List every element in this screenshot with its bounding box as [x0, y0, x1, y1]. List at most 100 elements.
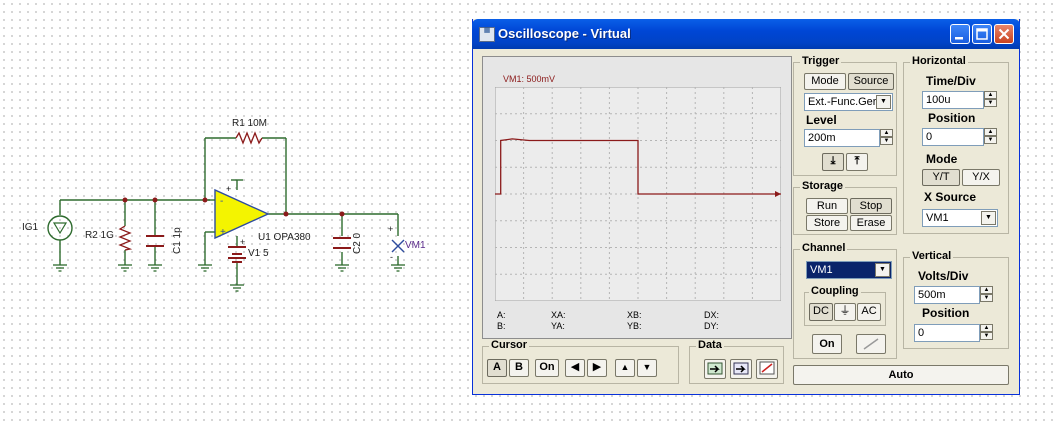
export-data-icon	[733, 362, 749, 375]
storage-group-title: Storage	[800, 180, 845, 192]
readout-dx: DX:	[704, 310, 720, 320]
erase-button[interactable]: Erase	[850, 215, 892, 231]
spin-down-icon[interactable]: ▼	[980, 332, 993, 340]
svg-text:-: -	[220, 196, 223, 207]
x-source-value: VM1	[926, 212, 949, 224]
spin-up-icon[interactable]: ▲	[980, 324, 993, 332]
arrow-right-icon: ▶	[592, 361, 602, 373]
chevron-down-icon[interactable]: ▼	[876, 95, 891, 109]
trigger-group-title: Trigger	[800, 55, 842, 67]
trigger-group: Trigger Mode Source Ext.-Func.Ger ▼ Leve…	[793, 55, 897, 176]
yt-mode-button[interactable]: Y/T	[922, 169, 960, 186]
u1-label: U1 OPA380	[258, 232, 311, 243]
c2-label: C2 0	[352, 232, 363, 254]
h-position-input[interactable]: 0	[922, 128, 984, 146]
volts-div-spinner[interactable]: ▲ ▼	[980, 286, 993, 304]
spin-up-icon[interactable]: ▲	[984, 128, 997, 136]
readout-ya: YA:	[551, 321, 565, 331]
h-mode-label: Mode	[926, 152, 958, 166]
falling-edge-button[interactable]: ⤓	[822, 153, 844, 171]
import-data-icon	[707, 362, 723, 375]
title-bar[interactable]: ▦ Oscilloscope - Virtual	[472, 19, 1020, 49]
spin-down-icon[interactable]: ▼	[984, 99, 997, 107]
coupling-group: Coupling DC ⏚ AC	[804, 285, 886, 326]
channel-select[interactable]: VM1 ▼	[806, 261, 892, 279]
time-div-spinner[interactable]: ▲ ▼	[984, 91, 997, 109]
trigger-level-label: Level	[806, 113, 837, 127]
import-data-button[interactable]	[704, 359, 726, 379]
diagram-data-button[interactable]	[756, 359, 778, 379]
stop-button[interactable]: Stop	[850, 198, 892, 214]
cursor-group: Cursor A B On ◀ ▶ ▲ ▼	[482, 339, 679, 384]
minimize-button[interactable]	[950, 24, 970, 44]
h-position-spinner[interactable]: ▲ ▼	[984, 128, 997, 146]
rising-edge-icon: ⤒	[854, 155, 860, 167]
rising-edge-button[interactable]: ⤒	[846, 153, 868, 171]
trigger-source-select[interactable]: Ext.-Func.Ger ▼	[804, 93, 893, 111]
trigger-mode-button[interactable]: Mode	[804, 73, 846, 90]
channel-scale-label: VM1: 500mV	[503, 74, 556, 84]
channel-group-title: Channel	[800, 242, 848, 254]
close-icon	[998, 28, 1010, 40]
scope-display[interactable]: VM1: 500mV A: B: XA: YA: XB: YB: DX: DY:	[482, 56, 792, 339]
spin-up-icon[interactable]: ▲	[984, 91, 997, 99]
cursor-down-button[interactable]: ▼	[637, 359, 657, 377]
cursor-a-button[interactable]: A	[487, 359, 507, 377]
volts-div-input[interactable]: 500m	[914, 286, 980, 304]
v-position-spinner[interactable]: ▲ ▼	[980, 324, 993, 342]
export-data-button[interactable]	[730, 359, 752, 379]
probe-button[interactable]	[856, 334, 886, 354]
data-group-title: Data	[696, 339, 724, 351]
horizontal-group: Horizontal Time/Div 100u ▲ ▼ Position 0 ▲…	[903, 55, 1009, 234]
cursor-left-button[interactable]: ◀	[565, 359, 585, 377]
trigger-level-input[interactable]: 200m	[804, 129, 880, 147]
cursor-b-button[interactable]: B	[509, 359, 529, 377]
trigger-level-spinner[interactable]: ▲ ▼	[880, 129, 893, 147]
spin-up-icon[interactable]: ▲	[880, 129, 893, 137]
chart-line-icon	[759, 361, 775, 375]
readout-dy: DY:	[704, 321, 719, 331]
c1-label: C1 1p	[172, 227, 183, 254]
close-button[interactable]	[994, 24, 1014, 44]
ac-coupling-button[interactable]: AC	[857, 303, 881, 321]
channel-on-button[interactable]: On	[812, 334, 842, 354]
gnd-coupling-button[interactable]: ⏚	[834, 303, 856, 321]
cursor-group-title: Cursor	[489, 339, 530, 351]
yx-mode-button[interactable]: Y/X	[962, 169, 1000, 186]
maximize-icon	[976, 28, 988, 40]
oscilloscope-window: ▦ Oscilloscope - Virtual VM1: 500mV A: B…	[472, 19, 1020, 395]
cursor-on-button[interactable]: On	[535, 359, 559, 377]
trigger-source-button[interactable]: Source	[848, 73, 894, 90]
spin-down-icon[interactable]: ▼	[984, 136, 997, 144]
x-source-select[interactable]: VM1 ▼	[922, 209, 998, 227]
time-div-value: 100u	[926, 94, 951, 106]
maximize-button[interactable]	[972, 24, 992, 44]
run-button[interactable]: Run	[806, 198, 848, 214]
scope-grid	[495, 87, 781, 301]
spin-down-icon[interactable]: ▼	[980, 294, 993, 302]
spin-up-icon[interactable]: ▲	[980, 286, 993, 294]
chevron-down-icon[interactable]: ▼	[875, 263, 890, 277]
ig1-label: IG1	[22, 222, 39, 233]
cursor-up-button[interactable]: ▲	[615, 359, 635, 377]
v-position-value: 0	[918, 327, 925, 339]
v1-label: V1 5	[248, 248, 269, 259]
auto-button[interactable]: Auto	[793, 365, 1009, 385]
spin-down-icon[interactable]: ▼	[880, 137, 893, 145]
horizontal-group-title: Horizontal	[910, 55, 968, 67]
chevron-down-icon[interactable]: ▼	[981, 211, 996, 225]
v-position-input[interactable]: 0	[914, 324, 980, 342]
storage-group: Storage Run Stop Store Erase	[793, 180, 897, 235]
readout-xb: XB:	[627, 310, 642, 320]
v-position-label: Position	[922, 306, 970, 320]
vertical-group-title: Vertical	[910, 250, 954, 262]
coupling-group-title: Coupling	[809, 285, 861, 297]
readout-xa: XA:	[551, 310, 566, 320]
time-div-input[interactable]: 100u	[922, 91, 984, 109]
h-position-label: Position	[928, 111, 976, 125]
cursor-right-button[interactable]: ▶	[587, 359, 607, 377]
vm1-plus-label: +	[388, 224, 394, 234]
probe-icon	[863, 338, 879, 350]
store-button[interactable]: Store	[806, 215, 848, 231]
dc-coupling-button[interactable]: DC	[809, 303, 833, 321]
